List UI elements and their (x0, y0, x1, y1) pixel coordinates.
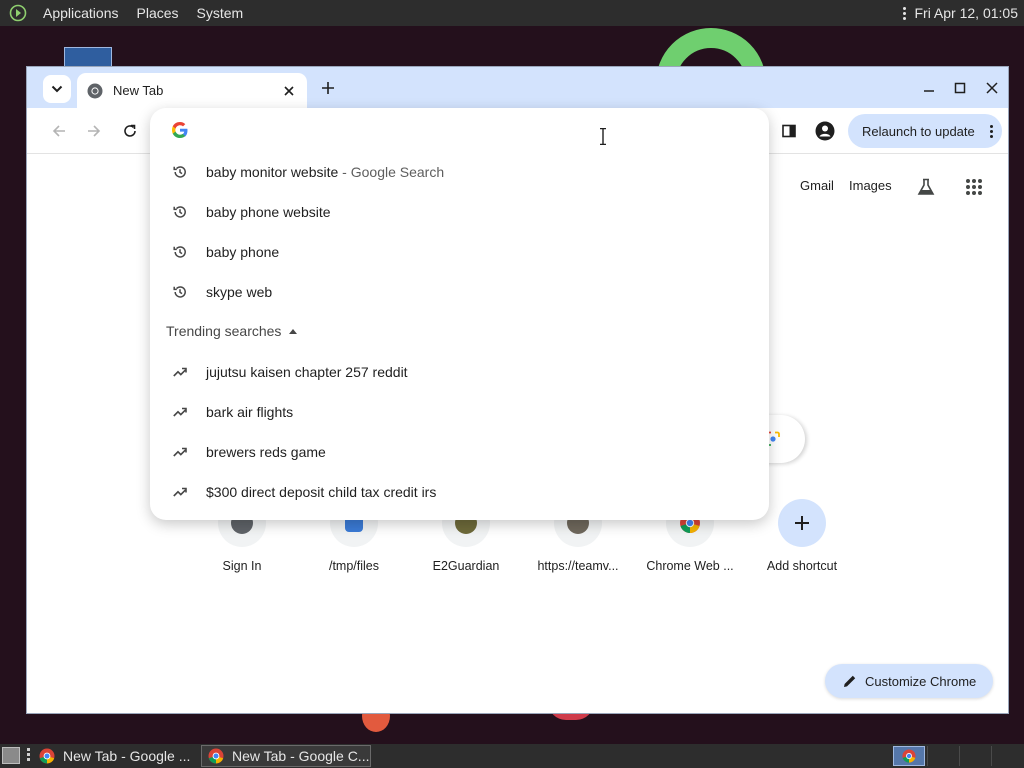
suggestion-suffix: - Google Search (338, 164, 445, 180)
suggestion-text: baby monitor website (206, 164, 339, 180)
plus-icon (778, 499, 826, 547)
trending-header-label: Trending searches (166, 323, 282, 339)
taskbar-item-chrome-2[interactable]: New Tab - Google C... (201, 745, 371, 767)
close-icon (986, 82, 998, 94)
distro-logo-icon[interactable] (8, 3, 28, 23)
relaunch-label: Relaunch to update (862, 123, 975, 139)
shortcut-label: Sign In (222, 559, 262, 573)
address-bar[interactable] (150, 108, 769, 152)
chrome-icon (902, 749, 916, 763)
tab-title: New Tab (113, 83, 164, 98)
side-panel-icon (782, 124, 796, 138)
chrome-icon (208, 748, 224, 764)
collapse-triangle-icon[interactable] (289, 328, 298, 334)
menu-applications[interactable]: Applications (34, 0, 128, 26)
text-cursor-icon (600, 128, 606, 145)
taskbar-item-label: New Tab - Google ... (63, 748, 191, 764)
shortcut-label: Chrome Web ... (646, 559, 734, 573)
profile-icon (815, 121, 835, 141)
shortcut-label: https://teamv... (537, 559, 619, 573)
taskbar-item-label: New Tab - Google C... (232, 748, 370, 764)
menu-system[interactable]: System (188, 0, 253, 26)
suggestion-text: brewers reds game (206, 444, 326, 460)
panel-menu-icon[interactable] (898, 6, 910, 20)
google-apps-icon[interactable] (962, 175, 986, 199)
maximize-button[interactable] (947, 75, 973, 101)
forward-arrow-icon (88, 125, 101, 137)
trending-searches-header[interactable]: Trending searches (166, 323, 298, 339)
trending-icon (171, 483, 189, 501)
plus-icon (322, 82, 334, 94)
top-panel: Applications Places System Fri Apr 12, 0… (0, 0, 1024, 26)
menu-places[interactable]: Places (128, 0, 188, 26)
customize-chrome-button[interactable]: Customize Chrome (825, 664, 993, 698)
history-icon (171, 283, 189, 301)
trending-icon (171, 443, 189, 461)
back-arrow-icon (52, 125, 65, 137)
chevron-down-icon (51, 85, 63, 93)
history-icon (171, 163, 189, 181)
images-link[interactable]: Images (849, 178, 892, 193)
suggestion-text: baby phone website (206, 204, 331, 220)
shortcut-label: Add shortcut (766, 559, 838, 573)
omnibox-dropdown: baby monitor website - Google Search bab… (150, 108, 769, 520)
suggestion-text: skype web (206, 284, 273, 300)
google-g-icon (172, 122, 188, 138)
history-icon (171, 203, 189, 221)
suggestion-text: jujutsu kaisen chapter 257 reddit (206, 364, 408, 380)
reload-icon (124, 124, 136, 137)
reload-button[interactable] (116, 117, 144, 145)
suggestion-text: $300 direct deposit child tax credit irs (206, 484, 437, 500)
close-tab-icon[interactable] (279, 81, 299, 101)
chrome-icon (87, 83, 103, 98)
tab-strip: New Tab (27, 67, 1008, 108)
profile-button[interactable] (811, 117, 839, 145)
back-button[interactable] (45, 117, 73, 145)
suggestion-trending-1[interactable]: bark air flights (150, 392, 769, 432)
drag-handle-icon[interactable] (27, 748, 30, 761)
minimize-button[interactable] (916, 75, 942, 101)
trending-icon (171, 363, 189, 381)
tab-new-tab[interactable]: New Tab (77, 73, 307, 108)
minimize-icon (924, 90, 934, 92)
workspace-divider (959, 746, 960, 766)
relaunch-to-update-button[interactable]: Relaunch to update (848, 114, 1002, 148)
suggestion-text: baby phone (206, 244, 280, 260)
suggestion-history-3[interactable]: skype web (150, 272, 769, 312)
forward-button[interactable] (80, 117, 108, 145)
maximize-icon (954, 82, 966, 94)
taskbar-item-chrome-1[interactable]: New Tab - Google ... (33, 745, 195, 767)
customize-label: Customize Chrome (865, 673, 977, 689)
workspace-divider (927, 746, 928, 766)
workspace-switcher[interactable] (893, 746, 925, 766)
taskbar: New Tab - Google ... New Tab - Google C.… (0, 744, 1024, 768)
suggestion-text: bark air flights (206, 404, 294, 420)
suggestion-history-2[interactable]: baby phone (150, 232, 769, 272)
side-panel-button[interactable] (775, 117, 803, 145)
pencil-icon (843, 674, 857, 688)
close-window-button[interactable] (979, 75, 1005, 101)
shortcut-label: E2Guardian (432, 559, 500, 573)
suggestion-trending-3[interactable]: $300 direct deposit child tax credit irs (150, 472, 769, 512)
trending-icon (171, 403, 189, 421)
history-icon (171, 243, 189, 261)
suggestion-trending-2[interactable]: brewers reds game (150, 432, 769, 472)
tab-search-button[interactable] (43, 75, 71, 103)
chrome-icon (39, 748, 55, 764)
shortcut-label: /tmp/files (328, 559, 379, 573)
gmail-link[interactable]: Gmail (800, 178, 834, 193)
new-tab-button[interactable] (317, 77, 339, 99)
more-options-icon[interactable] (980, 124, 1002, 138)
workspace-divider (991, 746, 992, 766)
suggestion-trending-0[interactable]: jujutsu kaisen chapter 257 reddit (150, 352, 769, 392)
clock[interactable]: Fri Apr 12, 01:05 (914, 5, 1018, 21)
suggestion-history-0[interactable]: baby monitor website - Google Search (150, 152, 769, 192)
suggestion-history-1[interactable]: baby phone website (150, 192, 769, 232)
labs-flask-icon[interactable] (914, 175, 938, 199)
show-desktop-icon[interactable] (2, 747, 20, 764)
